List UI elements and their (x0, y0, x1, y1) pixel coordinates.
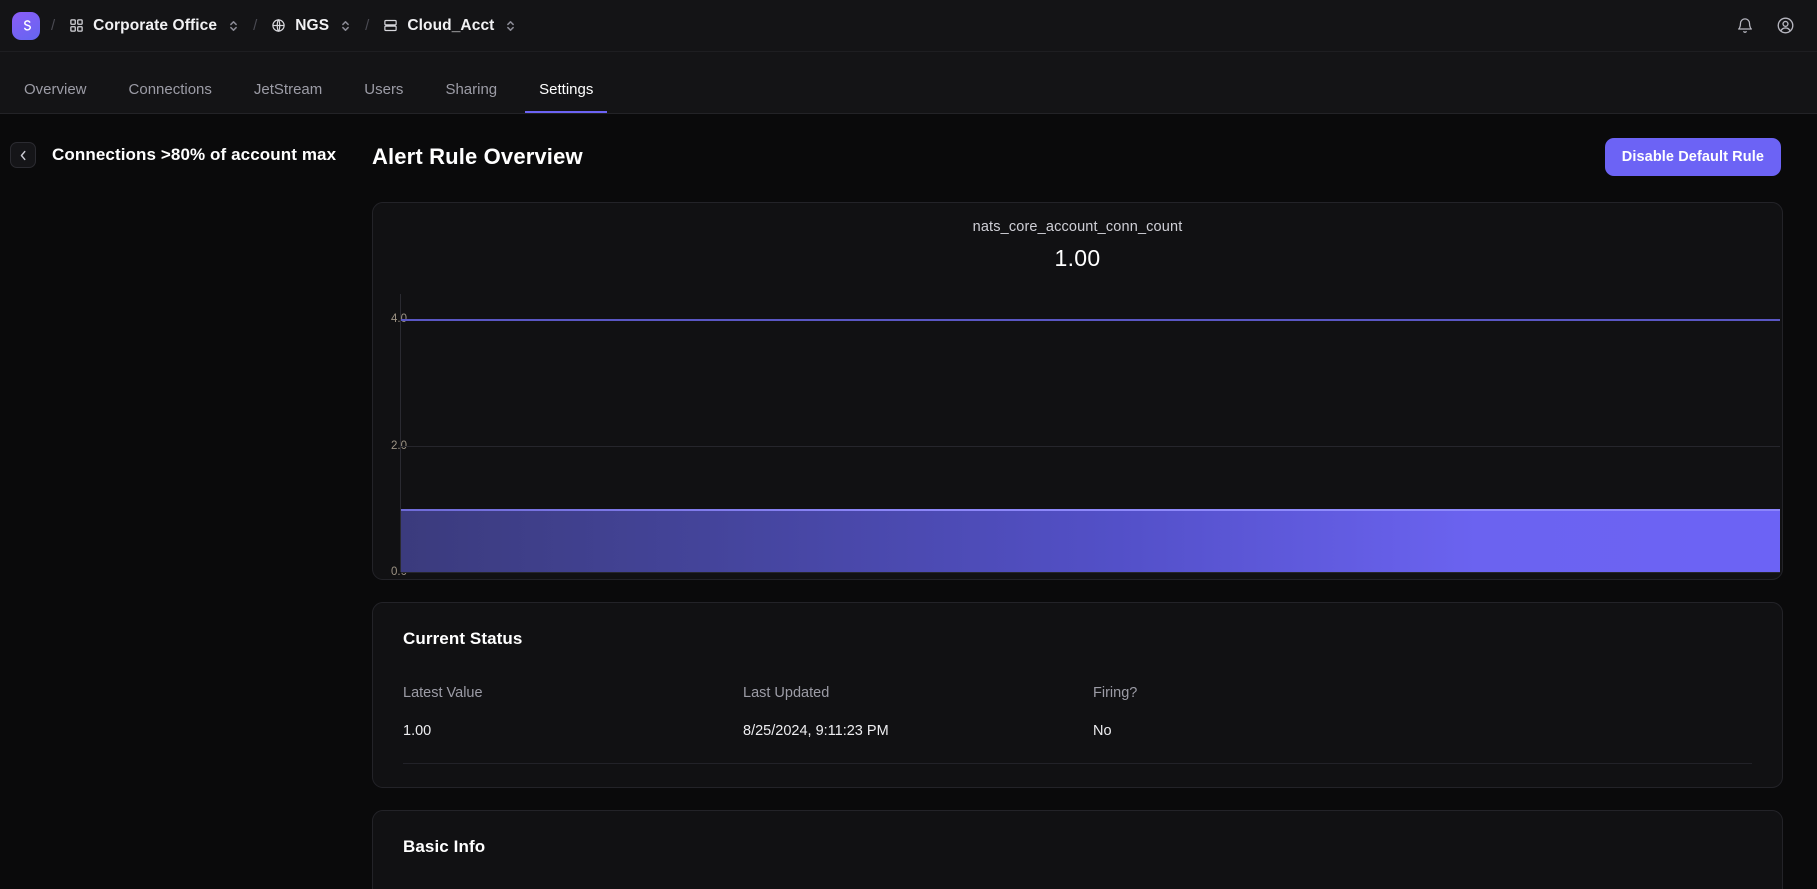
threshold-line (401, 319, 1780, 321)
chart-title: nats_core_account_conn_count (972, 219, 1183, 235)
basic-info-heading: Basic Info (403, 837, 486, 856)
breadcrumb-separator-2: / (365, 17, 370, 34)
status-badge: No (1093, 723, 1112, 739)
tab-sharing[interactable]: Sharing (431, 81, 511, 113)
metric-chart-card: nats_core_account_conn_count 1.00 4.0 2.… (372, 202, 1783, 580)
status-field-latest-value: Latest Value 1.00 (403, 685, 743, 739)
metric-area-chart[interactable]: 4.0 2.0 0.0 (373, 294, 1782, 578)
field-value: 1.00 (403, 723, 432, 739)
primary-tab-bar: Overview Connections JetStream Users Sha… (0, 52, 1817, 114)
status-field-last-updated: Last Updated 8/25/2024, 9:11:23 PM (743, 685, 1093, 739)
status-field-firing: Firing? No (1093, 685, 1752, 739)
bell-icon[interactable] (1736, 17, 1754, 35)
breadcrumb-cloud-acct[interactable]: Cloud_Acct (380, 14, 519, 38)
field-label: Latest Value (403, 685, 483, 701)
current-status-card: Current Status Latest Value 1.00 Last Up… (372, 602, 1783, 788)
tab-settings[interactable]: Settings (525, 81, 608, 113)
server-icon (383, 18, 398, 33)
globe-icon (271, 18, 286, 33)
disable-default-rule-button[interactable]: Disable Default Rule (1604, 138, 1781, 176)
top-bar-actions (1736, 16, 1795, 35)
series-area-nats-core-account-conn-count (401, 508, 1780, 572)
chart-current-value: 1.00 (1054, 245, 1101, 271)
basic-info-card: Basic Info (372, 810, 1783, 889)
tab-users[interactable]: Users (350, 81, 417, 113)
tab-connections[interactable]: Connections (115, 81, 226, 113)
content-header: Alert Rule Overview Disable Default Rule (372, 138, 1783, 176)
tab-jetstream[interactable]: JetStream (240, 81, 336, 113)
avatar-icon[interactable] (1776, 16, 1795, 35)
main-content: Alert Rule Overview Disable Default Rule… (372, 114, 1817, 889)
breadcrumb-separator-0: / (51, 17, 56, 34)
rule-name-title: Connections >80% of account max (52, 145, 337, 164)
side-panel-header: Connections >80% of account max (10, 142, 358, 168)
divider (403, 763, 1752, 764)
breadcrumb-label: NGS (295, 16, 330, 34)
current-status-grid: Latest Value 1.00 Last Updated 8/25/2024… (403, 685, 1752, 739)
tab-overview[interactable]: Overview (10, 81, 101, 113)
breadcrumb-separator-1: / (253, 17, 258, 34)
gridline-2 (401, 445, 1780, 447)
field-value: 8/25/2024, 9:11:23 PM (743, 723, 889, 739)
breadcrumb-ngs[interactable]: NGS (268, 14, 354, 38)
series-line-nats-core-account-conn-count (401, 508, 1780, 511)
page-title: Alert Rule Overview (372, 144, 583, 169)
synadia-logo-icon[interactable] (12, 11, 40, 40)
chevron-updown-icon[interactable] (340, 19, 351, 33)
current-status-heading: Current Status (403, 629, 523, 648)
breadcrumb-label: Cloud_Acct (407, 16, 495, 34)
chevron-left-icon[interactable] (10, 142, 36, 168)
gridline-0 (401, 572, 1780, 573)
field-label: Last Updated (743, 685, 830, 701)
chevron-updown-icon[interactable] (228, 19, 239, 33)
grid-icon (69, 18, 84, 33)
top-bar: / Corporate Office / NGS / Cloud_Acct (0, 0, 1817, 52)
breadcrumb-corporate-office[interactable]: Corporate Office (66, 14, 242, 38)
breadcrumb-label: Corporate Office (93, 16, 218, 34)
rule-side-panel: Connections >80% of account max (0, 114, 372, 889)
chevron-updown-icon[interactable] (505, 19, 516, 33)
page-body: Connections >80% of account max Alert Ru… (0, 114, 1817, 889)
field-label: Firing? (1093, 685, 1138, 701)
